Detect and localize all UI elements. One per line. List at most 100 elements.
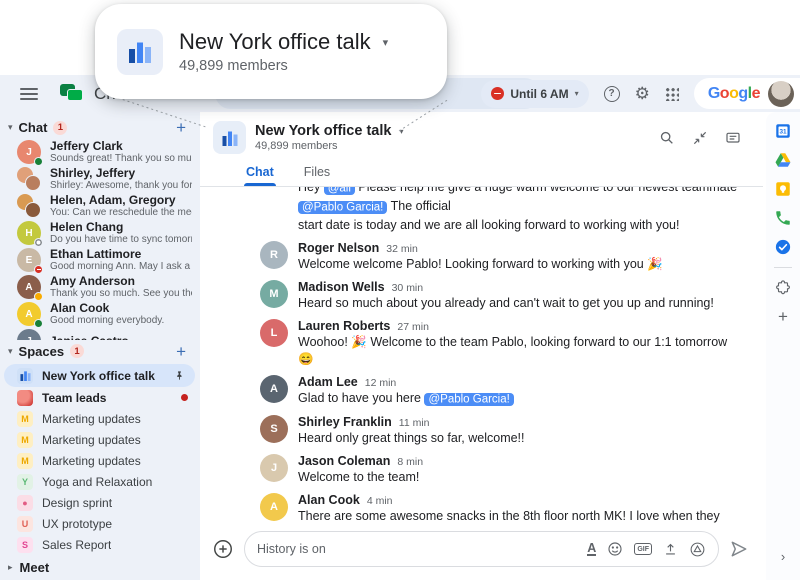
avatar: J xyxy=(260,454,288,482)
message: A Alan Cook4 min There are some awesome … xyxy=(260,493,745,524)
section-label: Chat xyxy=(19,120,48,135)
chat-list-item[interactable]: Shirley, JefferyShirley: Awesome, thank … xyxy=(0,166,200,193)
meet-section-header[interactable]: ▸ Meet xyxy=(0,555,200,580)
logo-letter: o xyxy=(729,85,738,102)
chat-list-item[interactable]: A Alan CookGood morning everybody. xyxy=(0,301,200,328)
section-label: Meet xyxy=(20,560,50,575)
apps-grid-icon[interactable] xyxy=(665,87,679,101)
space-item[interactable]: ● Design sprint xyxy=(0,492,200,513)
mention-chip[interactable]: @all xyxy=(324,187,355,195)
space-item[interactable]: U UX prototype xyxy=(0,513,200,534)
conversation-title-menu[interactable]: New York office talk ▾ xyxy=(255,123,403,139)
sender-name[interactable]: Adam Lee xyxy=(298,375,358,390)
sender-name[interactable]: Shirley Franklin xyxy=(298,415,392,430)
chat-list-item[interactable]: J Jeffery ClarkSounds great! Thank you s… xyxy=(0,139,200,166)
message-input[interactable]: History is on A GIF xyxy=(244,531,719,567)
member-count: 49,899 members xyxy=(255,140,403,152)
upload-icon[interactable] xyxy=(663,542,678,557)
timestamp: 4 min xyxy=(367,495,393,507)
add-shortcut-icon[interactable]: + xyxy=(774,308,792,326)
add-space-button[interactable]: + xyxy=(176,343,186,360)
message-text: Please help me give a huge warm welcome … xyxy=(355,187,737,194)
conversation-panel: New York office talk ▾ 49,899 members Ch… xyxy=(200,112,763,580)
add-chat-button[interactable]: + xyxy=(176,119,186,136)
space-icon: ● xyxy=(17,495,33,511)
space-label: Sales Report xyxy=(42,538,111,552)
mention-chip[interactable]: @Pablo Garcia! xyxy=(298,201,387,214)
drive-icon[interactable] xyxy=(774,151,792,169)
space-item[interactable]: M Marketing updates xyxy=(0,450,200,471)
svg-text:31: 31 xyxy=(779,129,787,136)
settings-gear-icon[interactable]: ⚙ xyxy=(635,85,650,102)
gif-icon[interactable]: GIF xyxy=(634,543,652,555)
message-text: Welcome to the team! xyxy=(298,469,423,486)
send-icon[interactable] xyxy=(729,539,749,559)
unread-badge: 1 xyxy=(53,121,67,135)
chat-preview: Good morning everybody. xyxy=(50,315,164,327)
format-text-icon[interactable]: A xyxy=(587,542,596,556)
chat-list-item[interactable]: H Helen ChangDo you have time to sync to… xyxy=(0,220,200,247)
chat-section-header[interactable]: ▾ Chat 1 + xyxy=(0,117,200,139)
search-icon[interactable] xyxy=(659,130,675,146)
space-item[interactable]: M Marketing updates xyxy=(0,429,200,450)
space-icon: S xyxy=(17,537,33,553)
message-text: There are some awesome snacks in the 8th… xyxy=(298,508,745,524)
timestamp: 32 min xyxy=(386,243,418,255)
spaces-section-header[interactable]: ▾ Spaces 1 + xyxy=(0,340,200,362)
calendar-icon[interactable]: 31 xyxy=(774,122,792,140)
drive-attach-icon[interactable] xyxy=(689,541,706,558)
voice-icon[interactable] xyxy=(774,209,792,227)
space-item[interactable]: S Sales Report xyxy=(0,534,200,555)
input-placeholder: History is on xyxy=(257,542,576,556)
logo-letter: o xyxy=(720,85,729,102)
emoji-icon[interactable] xyxy=(607,541,623,557)
account-avatar[interactable] xyxy=(768,81,794,107)
chat-list-item[interactable]: A Amy AndersonThank you so much. See you… xyxy=(0,274,200,301)
sender-name[interactable]: Jason Coleman xyxy=(298,454,390,469)
city-skyline-icon xyxy=(117,29,163,75)
collapse-rail-icon[interactable]: › xyxy=(781,549,785,564)
mention-chip[interactable]: @Pablo Garcia! xyxy=(424,393,513,406)
space-label: Marketing updates xyxy=(42,433,141,447)
tab-chat[interactable]: Chat xyxy=(244,160,276,186)
collapse-caret-icon[interactable]: ▾ xyxy=(8,122,13,133)
space-item[interactable]: Y Yoga and Relaxation xyxy=(0,471,200,492)
tasks-icon[interactable] xyxy=(774,238,792,256)
collapse-caret-icon[interactable]: ▾ xyxy=(8,346,13,357)
avatar: L xyxy=(260,319,288,347)
addons-puzzle-icon[interactable] xyxy=(774,279,792,297)
timestamp: 12 min xyxy=(365,377,397,389)
chat-list-item[interactable]: J Janice Castro xyxy=(0,328,200,341)
space-label: Yoga and Relaxation xyxy=(42,475,152,489)
chat-list-item[interactable]: E Ethan LattimoreGood morning Ann. May I… xyxy=(0,247,200,274)
sender-name[interactable]: Madison Wells xyxy=(298,280,385,295)
space-label: Marketing updates xyxy=(42,454,141,468)
avatar: J xyxy=(17,329,41,340)
avatar: S xyxy=(260,415,288,443)
sender-name[interactable]: Roger Nelson xyxy=(298,241,379,256)
status-pill[interactable]: Until 6 AM ▾ xyxy=(481,80,588,108)
chevron-down-icon[interactable]: ▾ xyxy=(383,36,389,49)
help-icon[interactable]: ? xyxy=(604,86,620,102)
logo-letter: g xyxy=(738,85,747,102)
tab-files[interactable]: Files xyxy=(302,160,332,186)
message-list[interactable]: Hey @all Please help me give a huge warm… xyxy=(200,187,763,524)
message-text: Heard only great things so far, welcome!… xyxy=(298,430,525,447)
message: J Jason Coleman8 min Welcome to the team… xyxy=(260,454,745,486)
keep-icon[interactable] xyxy=(774,180,792,198)
sender-name[interactable]: Alan Cook xyxy=(298,493,360,508)
expand-caret-icon[interactable]: ▸ xyxy=(8,562,13,573)
pin-icon xyxy=(174,370,185,381)
space-item-team-leads[interactable]: Team leads xyxy=(0,387,200,408)
collapse-icon[interactable] xyxy=(692,130,708,146)
space-item-new-york-office-talk[interactable]: New York office talk xyxy=(4,364,195,387)
open-in-chat-icon[interactable] xyxy=(725,130,741,146)
chat-list-item[interactable]: Helen, Adam, GregoryYou: Can we reschedu… xyxy=(0,193,200,220)
main-menu-icon[interactable] xyxy=(20,88,38,100)
space-icon: U xyxy=(17,516,33,532)
google-chat-app: Chat Until 6 AM ▾ ? ⚙ Google ▾ Chat 1 + xyxy=(0,0,800,580)
space-item[interactable]: M Marketing updates xyxy=(0,408,200,429)
add-attachment-icon[interactable] xyxy=(212,538,234,560)
callout-member-count: 49,899 members xyxy=(179,58,388,74)
sender-name[interactable]: Lauren Roberts xyxy=(298,319,390,334)
